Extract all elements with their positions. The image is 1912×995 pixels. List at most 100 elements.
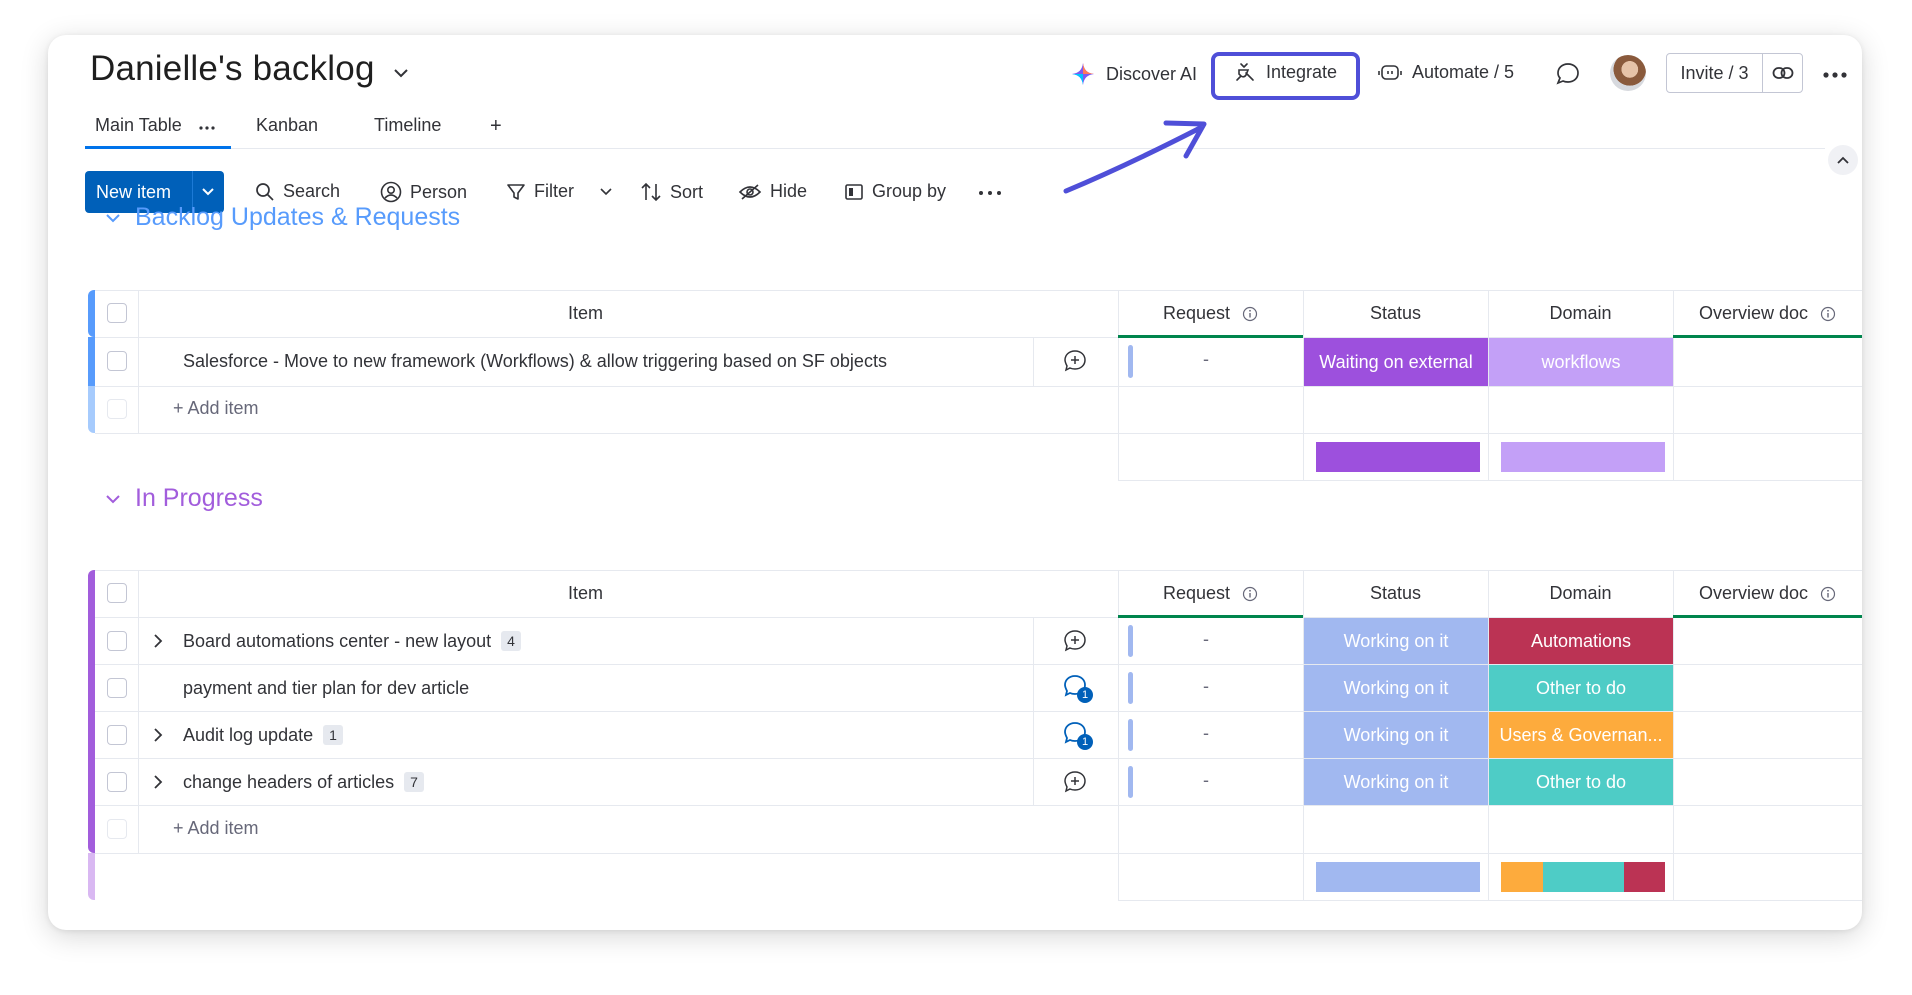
item-name[interactable]: Audit log update 1 xyxy=(183,723,343,747)
row-checkbox[interactable] xyxy=(107,631,127,651)
collapse-header-button[interactable] xyxy=(1828,145,1858,175)
more-options-icon[interactable] xyxy=(1822,71,1848,79)
status-summary-bar xyxy=(1316,442,1480,472)
sort-button[interactable]: Sort xyxy=(640,181,703,203)
more-toolbar-icon[interactable] xyxy=(978,189,1002,197)
board-window: Danielle's backlog Main Table Kanban Tim… xyxy=(48,35,1862,930)
column-header-domain[interactable]: Domain xyxy=(1488,570,1673,617)
annotation-arrow-icon xyxy=(1063,120,1207,194)
add-item-input[interactable]: + Add item xyxy=(173,398,259,419)
new-item-label: New item xyxy=(96,181,172,202)
info-icon[interactable] xyxy=(1242,306,1258,322)
domain-cell[interactable]: Other to do xyxy=(1489,665,1673,711)
column-header-item[interactable]: Item xyxy=(138,570,1033,617)
item-name[interactable]: change headers of articles 7 xyxy=(183,770,424,794)
tab-timeline[interactable]: Timeline xyxy=(374,115,441,136)
expand-subitems-icon[interactable] xyxy=(151,774,165,790)
updates-button[interactable]: 1 xyxy=(1063,721,1093,751)
add-tab-button[interactable]: + xyxy=(490,115,502,138)
discover-ai-label: Discover AI xyxy=(1106,63,1198,84)
status-cell[interactable]: Working on it xyxy=(1304,665,1488,711)
discover-ai-button[interactable]: Discover AI xyxy=(1070,61,1197,87)
add-update-icon[interactable] xyxy=(1063,349,1087,373)
status-cell[interactable]: Working on it xyxy=(1304,759,1488,805)
person-filter-button[interactable]: Person xyxy=(380,181,467,203)
status-cell[interactable]: Working on it xyxy=(1304,618,1488,664)
domain-cell[interactable]: workflows xyxy=(1489,338,1673,386)
row-checkbox[interactable] xyxy=(107,772,127,792)
chat-bubble-icon[interactable] xyxy=(1555,61,1581,87)
chevron-down-icon[interactable] xyxy=(105,493,121,505)
chevron-down-icon[interactable] xyxy=(599,187,613,197)
domain-cell[interactable]: Other to do xyxy=(1489,759,1673,805)
automate-button[interactable]: Automate / 5 xyxy=(1378,61,1514,83)
row-checkbox[interactable] xyxy=(107,678,127,698)
new-item-dropdown[interactable] xyxy=(193,187,224,197)
request-value[interactable]: - xyxy=(1203,676,1209,697)
add-item-input[interactable]: + Add item xyxy=(173,818,259,839)
column-header-overview-doc[interactable]: Overview doc xyxy=(1673,290,1862,337)
status-cell[interactable]: Waiting on external xyxy=(1304,338,1488,386)
domain-cell[interactable]: Automations xyxy=(1489,618,1673,664)
board-title[interactable]: Danielle's backlog xyxy=(90,49,375,89)
column-header-item[interactable]: Item xyxy=(138,290,1033,337)
row-checkbox[interactable] xyxy=(107,725,127,745)
group-title[interactable]: Backlog Updates & Requests xyxy=(135,203,460,232)
search-button[interactable]: Search xyxy=(255,181,340,202)
hide-button[interactable]: Hide xyxy=(738,181,807,202)
active-tab-indicator xyxy=(85,146,231,149)
row-checkbox[interactable] xyxy=(107,351,127,371)
group-by-button[interactable]: Group by xyxy=(844,181,946,202)
subitems-count: 1 xyxy=(323,725,343,745)
request-value[interactable]: - xyxy=(1203,770,1209,791)
group-by-icon xyxy=(845,183,863,200)
column-header-domain[interactable]: Domain xyxy=(1488,290,1673,337)
request-value[interactable]: - xyxy=(1203,629,1209,650)
integrate-button[interactable]: Integrate xyxy=(1234,61,1337,83)
copy-link-button[interactable] xyxy=(1763,65,1802,81)
avatar[interactable] xyxy=(1610,55,1646,91)
domain-summary-bar xyxy=(1501,442,1665,472)
more-dots-icon[interactable] xyxy=(198,119,216,137)
info-icon[interactable] xyxy=(1820,306,1836,322)
invite-button[interactable]: Invite / 3 xyxy=(1666,53,1803,93)
item-name[interactable]: Salesforce - Move to new framework (Work… xyxy=(183,349,887,373)
tab-kanban[interactable]: Kanban xyxy=(256,115,318,136)
select-all-checkbox[interactable] xyxy=(107,303,127,323)
item-name[interactable]: Board automations center - new layout 4 xyxy=(183,629,521,653)
tab-main-table[interactable]: Main Table xyxy=(95,115,182,136)
automate-label: Automate / 5 xyxy=(1412,61,1515,82)
integrate-label: Integrate xyxy=(1266,61,1338,82)
column-header-status[interactable]: Status xyxy=(1303,290,1488,337)
expand-subitems-icon[interactable] xyxy=(151,633,165,649)
chevron-down-icon xyxy=(202,188,215,196)
group-header-backlog[interactable]: Backlog Updates & Requests xyxy=(105,203,460,232)
expand-subitems-icon[interactable] xyxy=(151,727,165,743)
add-update-icon[interactable] xyxy=(1063,629,1087,653)
select-all-checkbox[interactable] xyxy=(107,583,127,603)
info-icon[interactable] xyxy=(1242,586,1258,602)
status-cell[interactable]: Working on it xyxy=(1304,712,1488,758)
group-header-in-progress[interactable]: In Progress xyxy=(105,484,263,513)
subitems-count: 7 xyxy=(404,772,424,792)
group-color-bar xyxy=(88,290,95,337)
chevron-down-icon[interactable] xyxy=(105,212,121,224)
domain-cell[interactable]: Users & Governan... xyxy=(1489,712,1673,758)
chevron-down-icon[interactable] xyxy=(390,62,412,84)
tabs-divider xyxy=(85,148,1825,149)
filter-button[interactable]: Filter xyxy=(506,181,574,202)
request-value[interactable]: - xyxy=(1203,723,1209,744)
request-value[interactable]: - xyxy=(1203,349,1209,370)
updates-count-badge: 1 xyxy=(1077,687,1093,703)
item-name[interactable]: payment and tier plan for dev article xyxy=(183,676,469,700)
invite-label: Invite / 3 xyxy=(1680,62,1749,83)
column-header-overview-doc[interactable]: Overview doc xyxy=(1673,570,1862,617)
add-update-icon[interactable] xyxy=(1063,770,1087,794)
column-header-request[interactable]: Request xyxy=(1118,570,1303,617)
group-title[interactable]: In Progress xyxy=(135,484,263,513)
info-icon[interactable] xyxy=(1820,586,1836,602)
group-color-bar xyxy=(88,570,95,853)
column-header-status[interactable]: Status xyxy=(1303,570,1488,617)
column-header-request[interactable]: Request xyxy=(1118,290,1303,337)
updates-button[interactable]: 1 xyxy=(1063,674,1093,704)
